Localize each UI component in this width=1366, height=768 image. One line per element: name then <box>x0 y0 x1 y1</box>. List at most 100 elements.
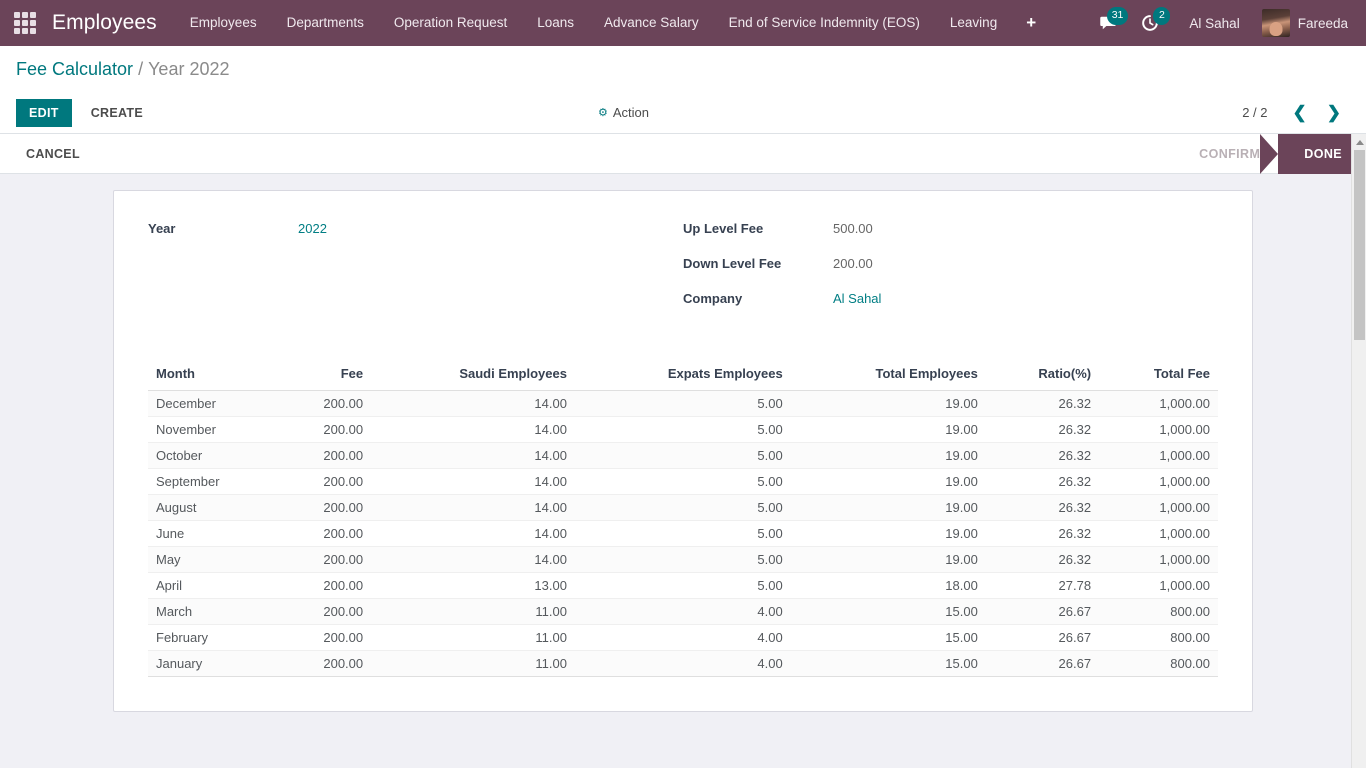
table-cell: 14.00 <box>371 390 575 417</box>
table-cell: 200.00 <box>279 390 372 417</box>
status-bar: CONFIRM DONE <box>1181 133 1366 174</box>
table-header: Month Fee Saudi Employees Expats Employees T… <box>148 360 1218 391</box>
table-row[interactable]: October 200.00 14.00 5.00 19.00 26.32 1,000.00 <box>148 442 1218 469</box>
menu-item-advance-salary[interactable]: Advance Salary <box>589 0 714 46</box>
table-cell: September <box>148 468 280 495</box>
table-cell: 26.32 <box>985 390 1100 417</box>
field-up-level-fee-value: 500.00 <box>833 221 873 236</box>
scroll-up-arrow-icon[interactable] <box>1352 134 1366 150</box>
chevron-left-icon[interactable]: ❮ <box>1284 101 1316 124</box>
table-row[interactable]: November 200.00 14.00 5.00 19.00 26.32 1,000.0… <box>148 416 1218 443</box>
table-row[interactable]: January 200.00 11.00 4.00 15.00 26.67 800.00 <box>148 650 1218 677</box>
table-cell: 14.00 <box>371 520 575 547</box>
table-cell: February <box>148 624 280 651</box>
field-down-level-fee-value: 200.00 <box>833 256 873 271</box>
table-cell: 4.00 <box>574 598 791 625</box>
table-cell: 15.00 <box>790 598 986 625</box>
menu-item-loans[interactable]: Loans <box>522 0 589 46</box>
table-cell: 19.00 <box>790 520 986 547</box>
form-column-left: Year 2022 <box>148 221 683 326</box>
app-brand-title[interactable]: Employees <box>46 11 175 35</box>
table-cell: 14.00 <box>371 546 575 573</box>
field-year-value[interactable]: 2022 <box>298 221 327 236</box>
table-column-header: Total Fee <box>1099 360 1218 391</box>
edit-button[interactable]: EDIT <box>16 98 72 127</box>
table-cell: 26.67 <box>985 650 1100 677</box>
table-cell: 26.67 <box>985 598 1100 625</box>
table-row[interactable]: August 200.00 14.00 5.00 19.00 26.32 1,000.00 <box>148 494 1218 521</box>
chevron-right-icon[interactable]: ❯ <box>1318 101 1350 124</box>
table-cell: 26.32 <box>985 494 1100 521</box>
table-cell: 200.00 <box>279 546 372 573</box>
vertical-scrollbar[interactable] <box>1351 134 1366 768</box>
table-cell: 26.32 <box>985 416 1100 443</box>
table-cell: 4.00 <box>574 624 791 651</box>
breadcrumb-root[interactable]: Fee Calculator <box>16 59 133 80</box>
content-area: Year 2022 Up Level Fee 500.00 Down Level… <box>0 174 1366 768</box>
messages-button[interactable]: 31 <box>1089 0 1131 46</box>
table-cell: 200.00 <box>279 650 372 677</box>
vertical-scrollbar-host <box>1351 134 1366 768</box>
table-body: December 200.00 14.00 5.00 19.00 26.32 1,000.0… <box>148 390 1218 677</box>
menu-item-end-of-service-indemnity[interactable]: End of Service Indemnity (EOS) <box>714 0 935 46</box>
scrollbar-thumb[interactable] <box>1354 150 1365 340</box>
form-column-right: Up Level Fee 500.00 Down Level Fee 200.0… <box>683 221 1218 326</box>
table-cell: April <box>148 572 280 599</box>
table-row[interactable]: December 200.00 14.00 5.00 19.00 26.32 1,000.0… <box>148 390 1218 417</box>
create-button[interactable]: CREATE <box>78 99 156 127</box>
status-bar-row: CANCEL CONFIRM DONE <box>0 133 1366 174</box>
action-menu-label: Action <box>612 105 650 120</box>
menu-item-departments[interactable]: Departments <box>272 0 379 46</box>
control-panel: EDIT CREATE ⚙ Action 2 / 2 ❮ ❯ <box>0 92 1366 134</box>
table-cell: 200.00 <box>279 624 372 651</box>
activity-button[interactable]: 2 <box>1131 0 1173 46</box>
table-cell: 19.00 <box>790 442 986 469</box>
menu-item-leaving[interactable]: Leaving <box>935 0 1012 46</box>
table-cell: 27.78 <box>985 572 1100 599</box>
table-cell: May <box>148 546 280 573</box>
apps-grid-icon[interactable] <box>12 10 38 36</box>
field-down-level-fee-label: Down Level Fee <box>683 256 782 271</box>
field-year-label: Year <box>148 221 176 236</box>
table-row[interactable]: March 200.00 11.00 4.00 15.00 26.67 800.00 <box>148 598 1218 625</box>
pager-count: 2 / 2 <box>1242 105 1268 120</box>
table-row[interactable]: May 200.00 14.00 5.00 19.00 26.32 1,000.00 <box>148 546 1218 573</box>
table-cell: January <box>148 650 280 677</box>
table-cell: 11.00 <box>371 598 575 625</box>
table-cell: 200.00 <box>279 598 372 625</box>
cancel-button[interactable]: CANCEL <box>16 140 90 168</box>
field-company: Company Al Sahal <box>683 291 1218 312</box>
table-cell: 26.32 <box>985 468 1100 495</box>
user-menu[interactable]: Fareeda <box>1256 9 1356 37</box>
table-cell: 5.00 <box>574 468 791 495</box>
menu-item-operation-request[interactable]: Operation Request <box>379 0 522 46</box>
navbar-right-section: 31 2 Al Sahal Fareeda <box>1089 0 1356 46</box>
field-year: Year 2022 <box>148 221 683 242</box>
top-navbar: Employees Employees Departments Operatio… <box>0 0 1366 46</box>
breadcrumb-current: Year 2022 <box>148 58 230 79</box>
table-row[interactable]: June 200.00 14.00 5.00 19.00 26.32 1,000.00 <box>148 520 1218 547</box>
table-cell: 200.00 <box>279 468 372 495</box>
table-row[interactable]: April 200.00 13.00 5.00 18.00 27.78 1,000.00 <box>148 572 1218 599</box>
table-cell: 15.00 <box>790 624 986 651</box>
table-header-row: Month Fee Saudi Employees Expats Employees T… <box>148 360 1218 391</box>
table-cell: 1,000.00 <box>1099 520 1218 547</box>
add-menu-button[interactable]: + <box>1012 0 1050 46</box>
table-cell: 14.00 <box>371 416 575 443</box>
table-cell: 1,000.00 <box>1099 390 1218 417</box>
table-cell: March <box>148 598 280 625</box>
action-menu[interactable]: ⚙ Action <box>598 105 649 120</box>
menu-item-employees[interactable]: Employees <box>175 0 272 46</box>
table-row[interactable]: September 200.00 14.00 5.00 19.00 26.32 1,000.… <box>148 468 1218 495</box>
gear-icon: ⚙ <box>598 107 608 119</box>
field-company-value[interactable]: Al Sahal <box>833 291 881 306</box>
table-column-header: Saudi Employees <box>371 360 575 391</box>
table-cell: 26.32 <box>985 520 1100 547</box>
table-column-header: Ratio(%) <box>985 360 1100 391</box>
table-cell: 200.00 <box>279 520 372 547</box>
table-row[interactable]: February 200.00 11.00 4.00 15.00 26.67 800.00 <box>148 624 1218 651</box>
table-cell: 200.00 <box>279 494 372 521</box>
company-switcher[interactable]: Al Sahal <box>1173 16 1255 31</box>
table-cell: 800.00 <box>1099 598 1218 625</box>
table-cell: 19.00 <box>790 468 986 495</box>
